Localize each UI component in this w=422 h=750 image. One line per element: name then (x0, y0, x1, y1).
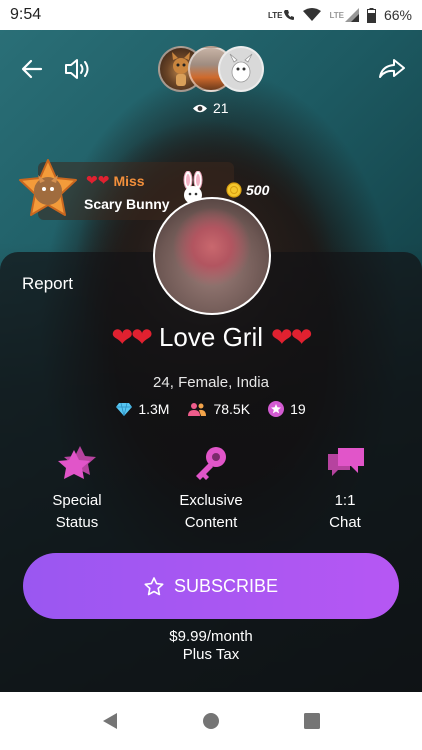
viewer-avatar[interactable] (218, 46, 264, 92)
subscribe-label: SUBSCRIBE (173, 575, 279, 596)
price-tax-note: Plus Tax (182, 646, 240, 663)
profile-info: 24, Female, India (153, 374, 269, 391)
wifi-icon (303, 8, 322, 21)
chat-icon (328, 448, 364, 476)
heart-icon: ❤❤ (111, 322, 153, 352)
back-button[interactable] (18, 55, 46, 83)
battery-icon (366, 7, 376, 23)
diamonds-stat: 1.3M (116, 401, 169, 417)
status-bar: 9:54 LTE LTE 66% (0, 0, 422, 30)
stars-stat: 19 (268, 401, 306, 417)
viewer-count-value: 21 (213, 100, 229, 116)
star-icon (58, 446, 96, 479)
eye-icon (193, 104, 207, 112)
arrow-left-icon (21, 59, 43, 79)
viewer-count: 21 (192, 100, 229, 116)
followers-stat: 78.5K (187, 401, 250, 417)
navigation-bar (0, 692, 422, 750)
status-time: 9:54 (10, 6, 42, 23)
heart-icon: ❤❤ (271, 322, 313, 352)
key-icon (196, 447, 226, 480)
subscribe-button[interactable]: SUBSCRIBE (23, 553, 399, 619)
price-amount: $9.99/month (169, 628, 253, 645)
diamond-icon (116, 402, 133, 416)
profile-stats: 1.3M 78.5K 19 (0, 401, 422, 417)
feature-special-status: Special Status (22, 444, 132, 534)
nav-recents-button[interactable] (297, 706, 327, 736)
battery-percent: 66% (383, 7, 412, 23)
viewer-avatars[interactable] (158, 46, 266, 94)
profile-avatar[interactable] (153, 197, 271, 315)
goat-mascot-icon (229, 53, 253, 83)
host-star-badge-icon (19, 159, 77, 216)
feature-label: Special Status (52, 492, 102, 531)
feature-label: Exclusive Content (179, 492, 243, 531)
feature-exclusive-content: Exclusive Content (156, 444, 266, 534)
feature-label: 1:1 Chat (329, 492, 361, 531)
subscription-features: Special Status Exclusive Content 1:1 Cha… (0, 444, 422, 534)
nav-home-button[interactable] (196, 706, 226, 736)
sound-button[interactable] (64, 55, 92, 83)
followers-icon (188, 403, 207, 416)
star-outline-icon (144, 576, 164, 595)
stream-title-text: Love Gril (158, 322, 264, 352)
host-name-line-2: Scary Bunny (84, 196, 170, 212)
phone-lte-icon: LTE (268, 9, 296, 21)
star-badge-icon (268, 401, 285, 417)
circle-home-icon (202, 713, 219, 729)
triangle-back-icon (103, 713, 118, 729)
host-name-line-1: ❤❤ Miss (86, 172, 145, 189)
heart-icon: ❤❤ (86, 172, 110, 188)
speaker-icon (65, 59, 89, 79)
feature-one-on-one-chat: 1:1 Chat (290, 444, 400, 534)
cellular-icon: LTE (329, 8, 359, 22)
coin-icon (226, 182, 242, 198)
nav-back-button[interactable] (95, 706, 125, 736)
share-button[interactable] (378, 55, 406, 83)
coin-balance-value: 500 (246, 182, 270, 198)
square-recents-icon (303, 713, 320, 729)
share-arrow-icon (379, 59, 405, 78)
status-icons: LTE LTE 66% (268, 7, 412, 23)
subscription-price: $9.99/month Plus Tax (0, 628, 422, 664)
stream-title: ❤❤ Love Gril ❤❤ (0, 322, 422, 353)
coin-balance: 500 (226, 182, 269, 198)
report-button[interactable]: Report (22, 274, 73, 294)
